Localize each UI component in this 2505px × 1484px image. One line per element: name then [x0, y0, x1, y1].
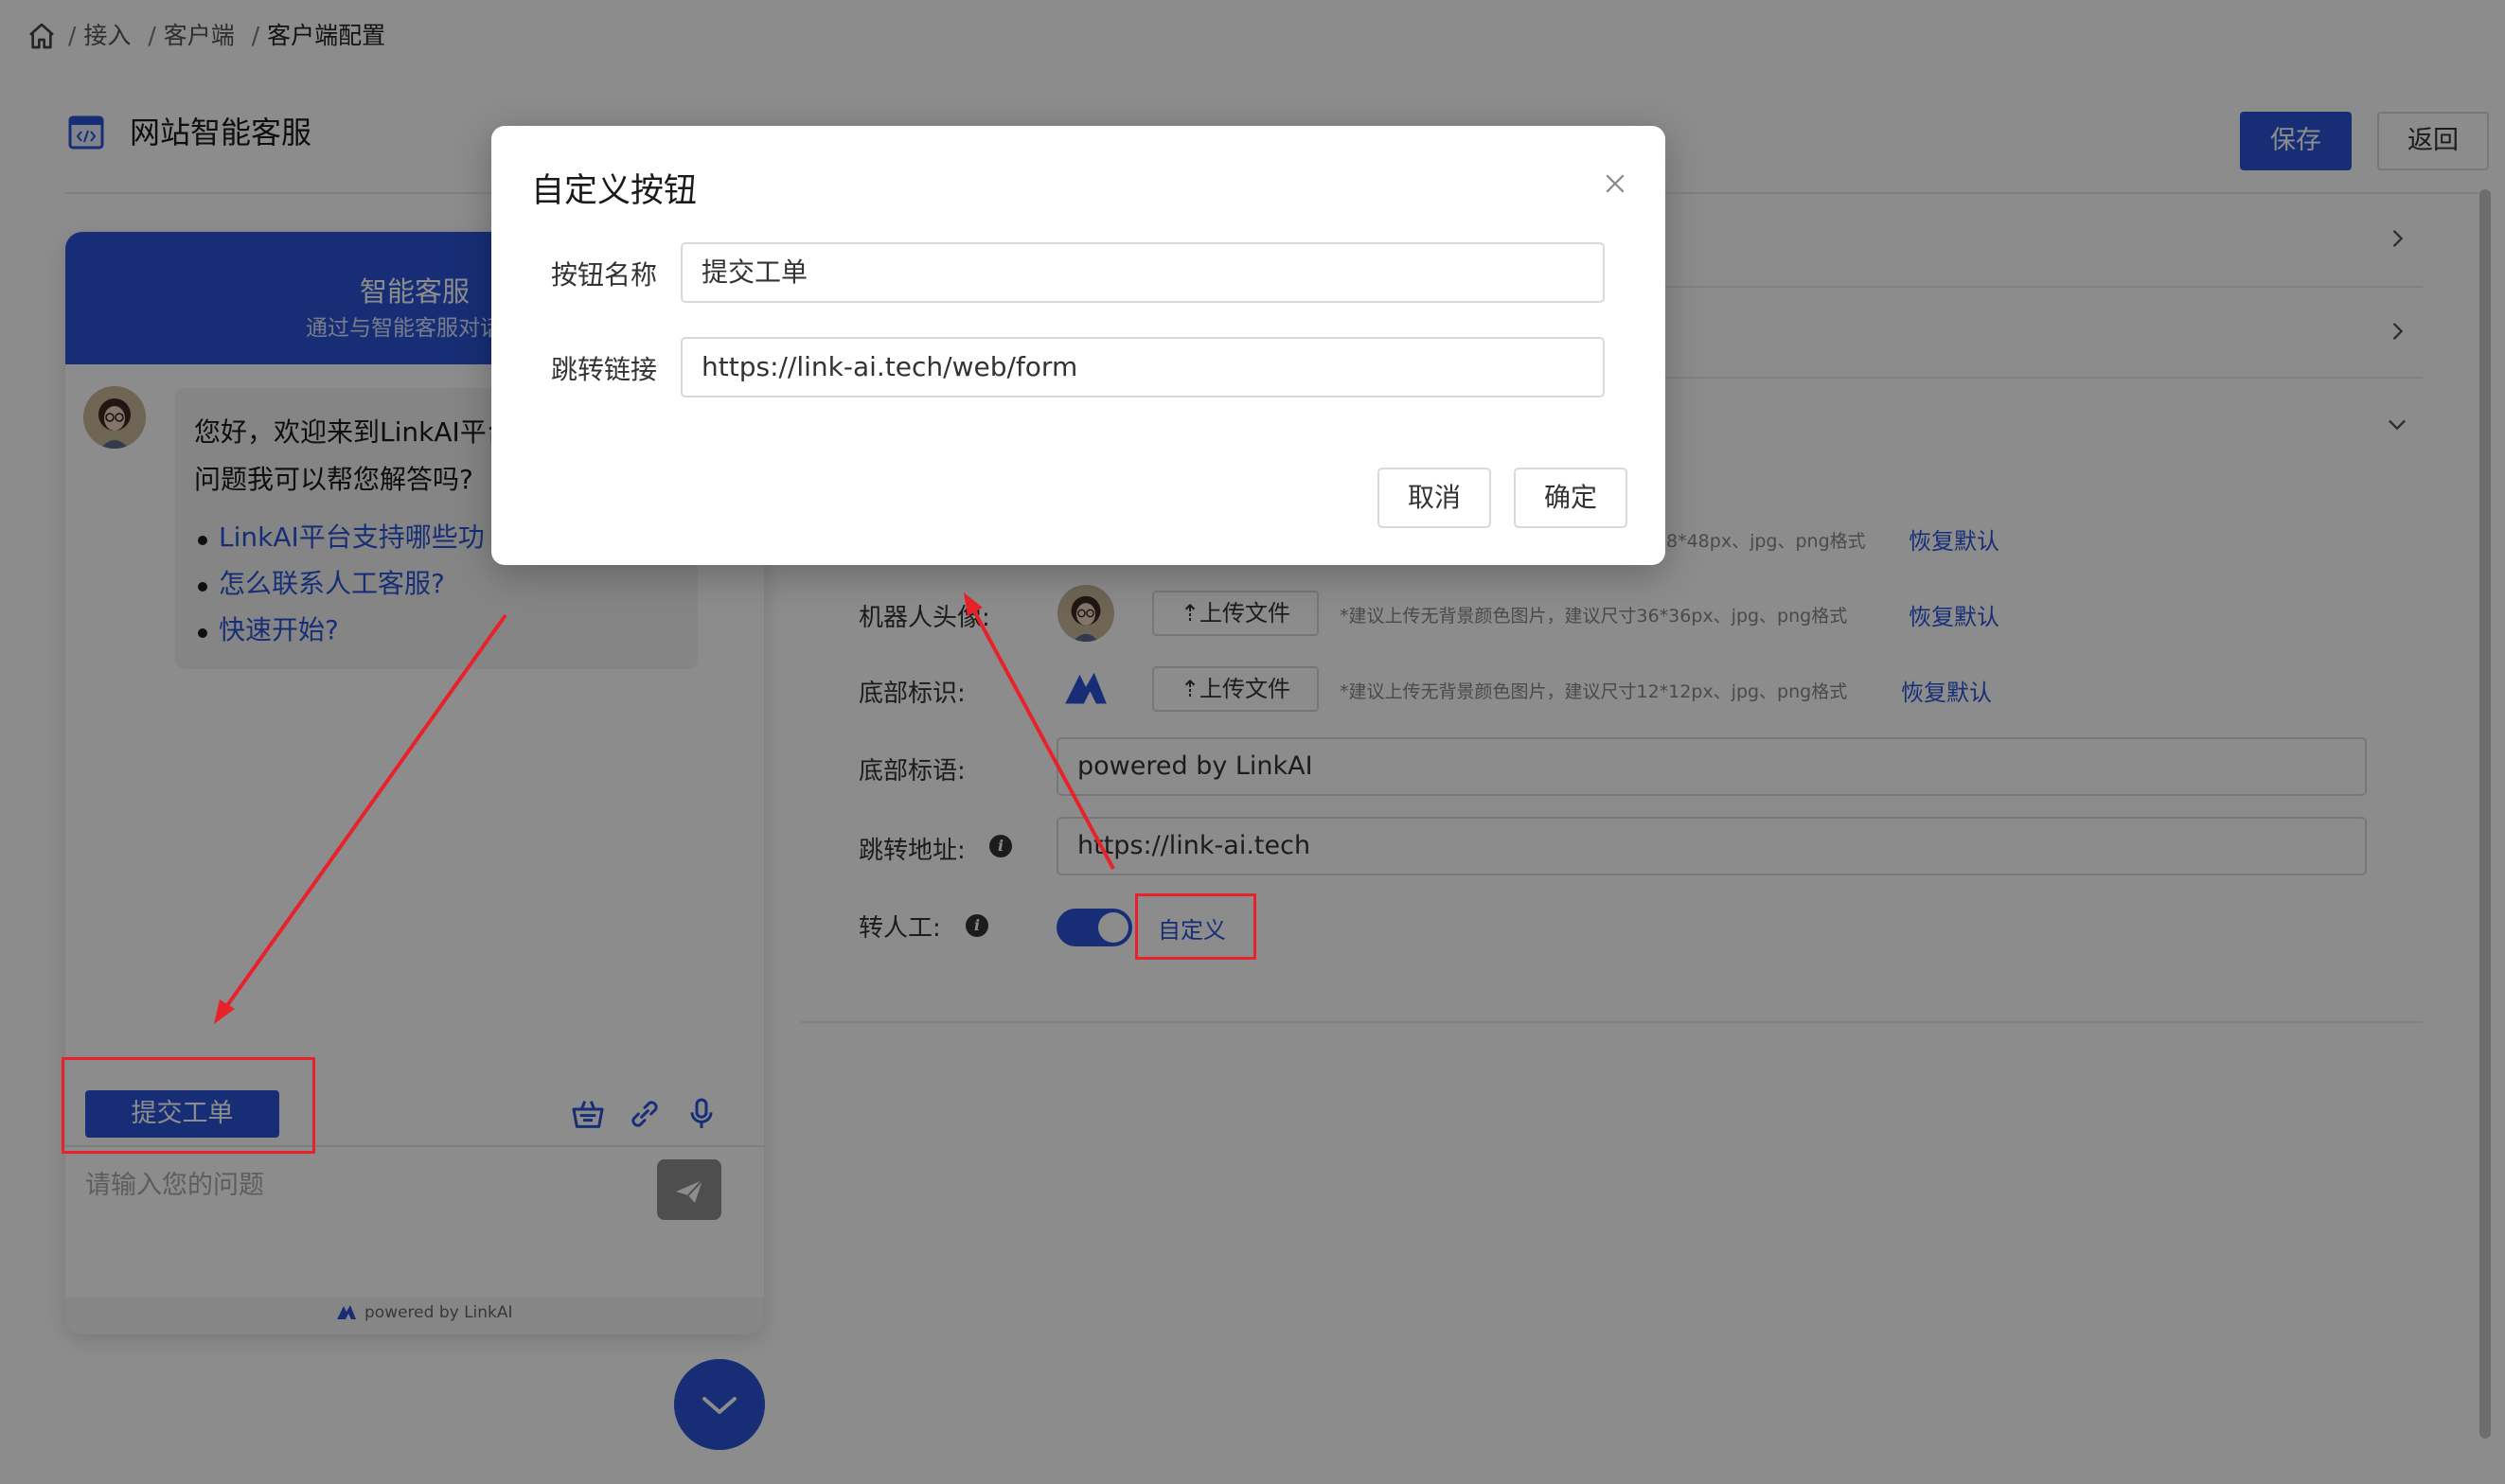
jump-link-input[interactable]: https://link-ai.tech/web/form [681, 337, 1605, 398]
cancel-button[interactable]: 取消 [1377, 468, 1491, 528]
jump-link-label: 跳转链接 [551, 354, 658, 385]
close-icon[interactable] [1601, 169, 1629, 198]
dialog-title: 自定义按钮 [531, 172, 698, 210]
arrowhead [214, 999, 235, 1024]
custom-button-dialog: 自定义按钮 按钮名称 提交工单 跳转链接 https://link-ai.tec… [491, 126, 1665, 565]
confirm-button[interactable]: 确定 [1514, 468, 1627, 528]
button-name-input[interactable]: 提交工单 [681, 242, 1605, 303]
page: / 接入 / 客户端 / 客户端配置 网站智能客服 保存 返回 智能客服 通过与… [0, 0, 2505, 1484]
arrowhead [964, 592, 983, 616]
button-name-label: 按钮名称 [551, 259, 658, 291]
